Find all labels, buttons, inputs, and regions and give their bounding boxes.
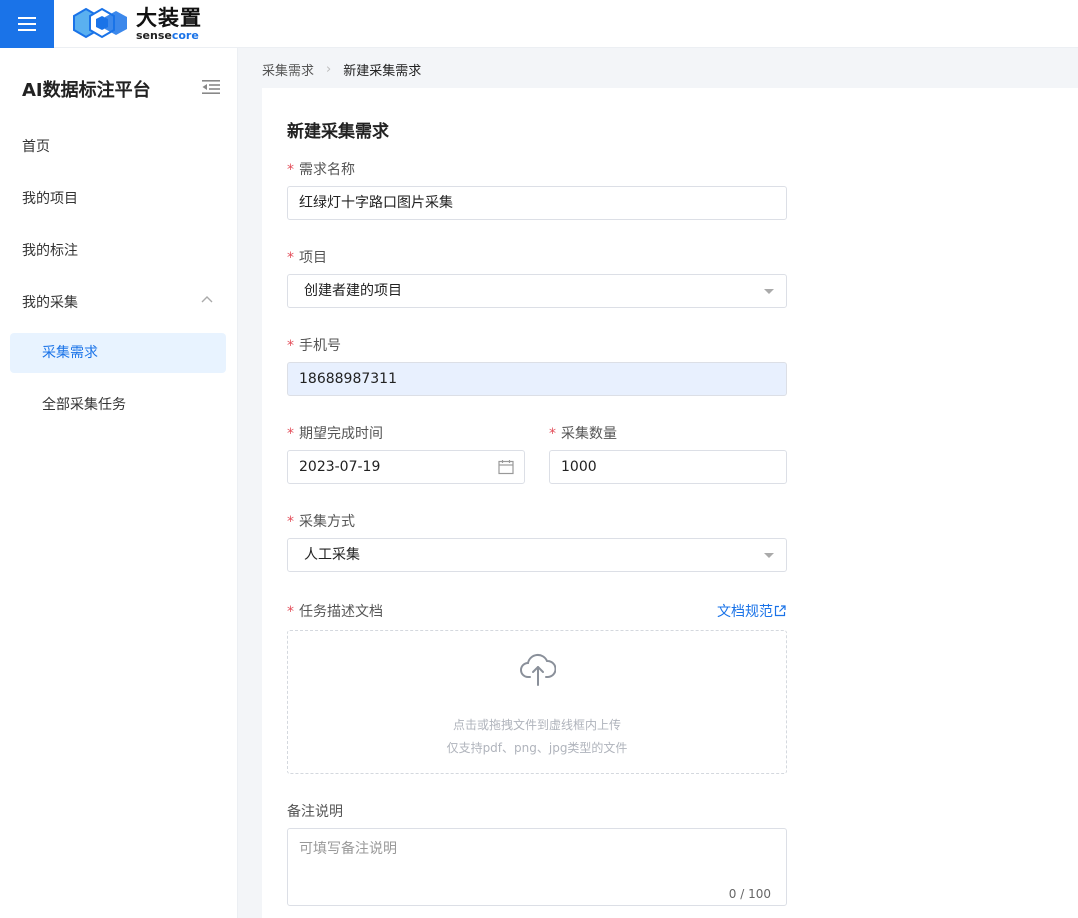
required-mark: * xyxy=(549,426,556,442)
method-select-value: 人工采集 xyxy=(304,547,360,563)
required-mark: * xyxy=(287,426,294,442)
logo-title: 大装置 xyxy=(136,5,202,30)
sidebar-item-home[interactable]: 首页 xyxy=(22,136,50,156)
phone-label: * 手机号 xyxy=(287,335,341,355)
breadcrumb-separator: › xyxy=(326,62,332,77)
breadcrumb-parent[interactable]: 采集需求 xyxy=(262,60,314,79)
sidebar-item-my-collections[interactable]: 我的采集 xyxy=(22,292,78,312)
name-label-text: 需求名称 xyxy=(299,162,355,178)
calendar-icon[interactable] xyxy=(498,459,514,475)
upload-hint-secondary: 仅支持pdf、png、jpg类型的文件 xyxy=(446,741,628,755)
required-mark: * xyxy=(287,250,294,266)
due-date-label: * 期望完成时间 xyxy=(287,423,383,443)
remark-textarea[interactable]: 可填写备注说明 0 / 100 xyxy=(287,828,787,906)
logo-subtitle-a: sense xyxy=(136,28,172,42)
logo[interactable]: 大装置 sensecore xyxy=(72,6,202,42)
hamburger-icon xyxy=(18,17,36,31)
logo-subtitle-b: core xyxy=(171,28,199,42)
phone-input-value: 18688987311 xyxy=(299,371,397,387)
collapse-sidebar-icon[interactable] xyxy=(202,79,220,95)
method-label-text: 采集方式 xyxy=(299,514,355,530)
menu-button[interactable] xyxy=(0,0,54,48)
name-label: * 需求名称 xyxy=(287,159,355,179)
required-mark: * xyxy=(287,162,294,178)
sidebar-item-collection-requests[interactable]: 采集需求 xyxy=(10,333,226,373)
method-select[interactable]: 人工采集 xyxy=(287,538,787,572)
sidebar: AI数据标注平台 首页 我的项目 我的标注 我的采集 采集需求 全部采集任务 xyxy=(0,48,238,918)
required-mark: * xyxy=(287,604,294,620)
quantity-label-text: 采集数量 xyxy=(561,426,617,442)
doc-label-text: 任务描述文档 xyxy=(299,604,383,620)
quantity-input[interactable]: 1000 xyxy=(549,450,787,484)
cloud-upload-icon xyxy=(520,653,556,686)
sidebar-item-all-collection-tasks[interactable]: 全部采集任务 xyxy=(10,385,226,425)
page-title: 新建采集需求 xyxy=(287,122,389,142)
doc-spec-link-text: 文档规范 xyxy=(717,604,773,620)
project-label: * 项目 xyxy=(287,247,327,267)
project-select[interactable]: 创建者建的项目 xyxy=(287,274,787,308)
top-bar: 大装置 sensecore xyxy=(0,0,1078,48)
due-date-label-text: 期望完成时间 xyxy=(299,426,383,442)
required-mark: * xyxy=(287,338,294,354)
external-link-icon xyxy=(774,605,786,617)
phone-label-text: 手机号 xyxy=(299,338,341,354)
form-card: 新建采集需求 * 需求名称 红绿灯十字路口图片采集 * 项目 创建者建的项目 * 手机… xyxy=(262,88,1078,918)
remark-placeholder: 可填写备注说明 xyxy=(299,841,397,857)
quantity-label: * 采集数量 xyxy=(549,423,617,443)
sidebar-item-my-projects[interactable]: 我的项目 xyxy=(22,188,78,208)
platform-title: AI数据标注平台 xyxy=(22,80,151,101)
remark-label: 备注说明 xyxy=(287,804,343,820)
doc-spec-link[interactable]: 文档规范 xyxy=(717,601,786,621)
upload-dropzone[interactable]: 点击或拖拽文件到虚线框内上传 仅支持pdf、png、jpg类型的文件 xyxy=(287,630,787,774)
breadcrumb: 采集需求 › 新建采集需求 xyxy=(262,60,421,79)
doc-label: * 任务描述文档 xyxy=(287,601,383,621)
dropdown-arrow-icon xyxy=(764,289,774,294)
project-select-value: 创建者建的项目 xyxy=(304,283,402,299)
required-mark: * xyxy=(287,514,294,530)
breadcrumb-current: 新建采集需求 xyxy=(343,64,422,79)
upload-hint-primary: 点击或拖拽文件到虚线框内上传 xyxy=(452,718,621,732)
dropdown-arrow-icon xyxy=(764,553,774,558)
sidebar-item-my-annotations[interactable]: 我的标注 xyxy=(22,240,78,260)
logo-subtitle: sensecore xyxy=(136,30,202,41)
sensecore-logo-icon xyxy=(73,7,127,39)
due-date-value: 2023-07-19 xyxy=(299,459,381,475)
phone-input[interactable]: 18688987311 xyxy=(287,362,787,396)
name-input[interactable]: 红绿灯十字路口图片采集 xyxy=(287,186,787,220)
name-input-value: 红绿灯十字路口图片采集 xyxy=(299,195,453,211)
chevron-up-icon[interactable] xyxy=(201,295,213,303)
due-date-picker[interactable]: 2023-07-19 xyxy=(287,450,525,484)
quantity-input-value: 1000 xyxy=(561,459,597,475)
project-label-text: 项目 xyxy=(299,250,327,266)
remark-char-counter: 0 / 100 xyxy=(728,887,771,901)
method-label: * 采集方式 xyxy=(287,511,355,531)
